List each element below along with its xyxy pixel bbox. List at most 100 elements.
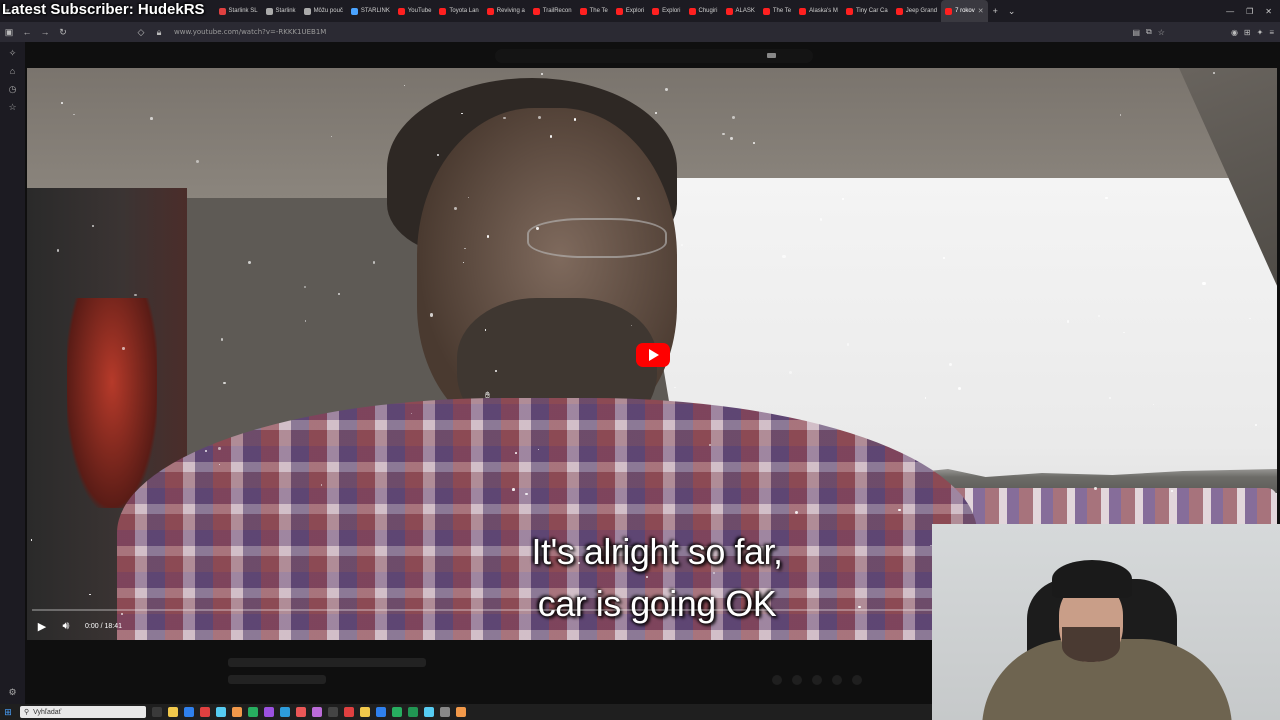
tab-label: Alaska's M [809,8,838,14]
snow-particle [752,141,755,144]
sidebar-toggle-icon[interactable]: ▣ [0,27,18,38]
snow-particle [429,313,434,317]
app-icon[interactable] [216,707,226,717]
browser-tab[interactable]: 7 rokov ✕ [941,0,988,22]
tab-favicon-icon [945,7,953,15]
browser-tab[interactable]: Môžu pouč [300,0,347,22]
browser-tab[interactable]: The Te [759,0,795,22]
brave-icon[interactable] [344,707,354,717]
app-icon[interactable] [312,707,322,717]
snow-particle [484,329,486,331]
start-icon[interactable]: ⊞ [0,707,16,718]
snow-particle [1254,423,1257,427]
shield-icon[interactable]: ◇ [132,27,150,38]
snow-particle [681,244,683,246]
task-view-icon[interactable] [152,707,162,717]
tab-overflow-icon[interactable]: ⌄ [1003,6,1021,17]
browser-sidebar: ✧ ⌂ ◷ ☆ ⚙ [0,42,25,704]
snow-particle [61,101,63,104]
extension-icon[interactable]: ⊞ [1244,28,1251,37]
tab-favicon-icon [688,7,696,15]
browser-tab[interactable]: Tiny Car Ca [842,0,892,22]
close-tab-icon[interactable]: ✕ [978,7,984,15]
app-icon[interactable] [280,707,290,717]
file-explorer-icon[interactable] [168,707,178,717]
snow-particle [337,293,340,296]
snow-particle [1170,490,1173,493]
maximize-icon[interactable]: ❐ [1246,7,1253,16]
lock-icon[interactable]: 🔒︎ [150,27,168,38]
reader-view-icon[interactable]: ▤ [1132,28,1140,37]
snow-particle [304,320,306,322]
app-icon[interactable] [232,707,242,717]
browser-tab[interactable]: Alaska's M [795,0,842,22]
browser-tab[interactable]: STARLINK [347,0,394,22]
browser-tab[interactable]: Chugiri [685,0,722,22]
app-icon[interactable] [376,707,386,717]
browser-tab[interactable]: Toyota Lan [435,0,482,22]
browser-tab[interactable]: YouTube [394,0,436,22]
keyboard-icon[interactable] [767,53,776,58]
taskbar-search[interactable]: ⚲ Vyhľadať [20,706,146,718]
bookmark-star-icon[interactable]: ☆ [1158,28,1165,37]
play-button-overlay[interactable] [636,343,670,367]
puzzle-icon[interactable]: ✦ [1257,28,1264,37]
menu-icon[interactable]: ≡ [1269,28,1274,37]
app-icon[interactable] [456,707,466,717]
browser-tab[interactable]: The Te [576,0,612,22]
url-field[interactable]: www.youtube.com/watch?v=-RKKK1UEB1M [174,28,326,36]
app-icon[interactable] [248,707,258,717]
bookmarks-icon[interactable]: ☆ [7,101,19,113]
app-icon[interactable] [424,707,434,717]
screenshot-icon[interactable]: ⧉ [1146,27,1152,37]
sparkle-icon[interactable]: ✧ [7,47,19,59]
app-icon[interactable] [440,707,450,717]
tab-label: ALASK [735,8,755,14]
reload-icon[interactable]: ↻ [54,27,72,38]
browser-tab[interactable]: TrailRecon [529,0,576,22]
browser-tab[interactable]: Explori [648,0,684,22]
tab-favicon-icon [439,7,447,15]
shopping-bag-icon[interactable]: ⌂ [7,65,19,77]
snow-particle [730,137,733,140]
app-icon[interactable] [360,707,370,717]
new-tab-button[interactable]: + [988,6,1003,16]
back-icon[interactable]: ← [18,27,36,37]
video-scene-glasses [527,218,667,258]
browser-tab[interactable]: Starlink [262,0,300,22]
chrome-icon[interactable] [200,707,210,717]
snow-particle [1123,331,1125,334]
progress-bar[interactable] [32,609,932,611]
forward-icon[interactable]: → [36,27,54,37]
app-icon[interactable] [408,707,418,717]
app-icon[interactable] [392,707,402,717]
snow-particle [1066,320,1069,323]
tab-label: Starlink SL [228,8,258,14]
app-icon[interactable] [328,707,338,717]
close-window-icon[interactable]: ✕ [1265,7,1272,16]
minimize-icon[interactable]: — [1226,7,1234,16]
search-bar[interactable] [495,49,813,63]
browser-tab[interactable]: Starlink SL [215,0,262,22]
browser-tab[interactable]: Jeep Grand [892,0,941,22]
tab-label: Chugiri [698,8,718,14]
tab-favicon-icon [350,7,358,15]
app-icon[interactable] [296,707,306,717]
mouse-cursor-icon: ✋︎ [485,390,491,400]
browser-tab[interactable]: Explori [612,0,648,22]
action-skeleton [812,675,822,685]
account-icon[interactable]: ◉ [1231,28,1238,37]
snow-particle [222,381,226,385]
volume-icon[interactable]: 🔊︎ [59,620,73,633]
browser-tab[interactable]: Reviving a [483,0,529,22]
tab-label: Toyota Lan [449,8,479,14]
tab-label: Explori [625,8,645,14]
app-icon[interactable] [264,707,274,717]
history-icon[interactable]: ◷ [7,83,19,95]
gear-icon[interactable]: ⚙ [7,686,19,698]
play-icon[interactable]: ▶ [35,620,49,633]
subtitle-line-2: car is going OK [537,583,777,624]
browser-tab[interactable]: ALASK [722,0,759,22]
app-icon[interactable] [184,707,194,717]
snow-particle [120,612,123,615]
